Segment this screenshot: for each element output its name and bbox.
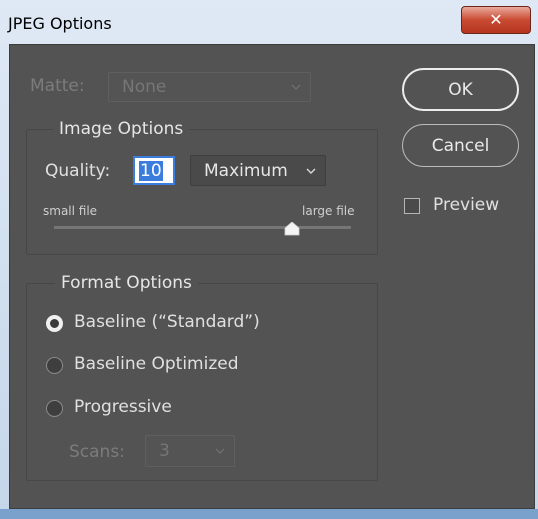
chevron-down-icon bbox=[306, 168, 316, 174]
format-option-progressive[interactable]: Progressive bbox=[46, 396, 346, 422]
slider-thumb-icon[interactable] bbox=[284, 222, 300, 236]
large-file-label: large file bbox=[302, 204, 355, 218]
close-icon: ✕ bbox=[489, 10, 503, 29]
format-options-title: Format Options bbox=[55, 273, 198, 293]
image-options-title: Image Options bbox=[53, 119, 190, 139]
small-file-label: small file bbox=[43, 204, 98, 218]
preview-checkbox[interactable] bbox=[404, 198, 420, 214]
preview-label[interactable]: Preview bbox=[433, 195, 499, 215]
cancel-button[interactable]: Cancel bbox=[402, 124, 519, 167]
jpeg-options-dialog: Matte: None OK Cancel Preview Image Opti… bbox=[9, 44, 535, 509]
chevron-down-icon bbox=[291, 84, 301, 90]
format-option-label: Progressive bbox=[74, 397, 172, 417]
format-option-label: Baseline Optimized bbox=[74, 354, 239, 374]
scans-label: Scans: bbox=[69, 442, 125, 462]
radio-icon[interactable] bbox=[46, 357, 63, 374]
format-option-baseline-standard[interactable]: Baseline (“Standard”) bbox=[46, 311, 346, 337]
cancel-button-label: Cancel bbox=[431, 135, 490, 156]
chevron-down-icon bbox=[215, 448, 225, 454]
matte-label: Matte: bbox=[30, 76, 85, 96]
matte-select: None bbox=[108, 72, 311, 102]
format-option-baseline-optimized[interactable]: Baseline Optimized bbox=[46, 353, 346, 379]
format-option-label: Baseline (“Standard”) bbox=[74, 312, 260, 332]
quality-slider-track bbox=[54, 226, 351, 229]
quality-slider[interactable] bbox=[54, 221, 351, 243]
radio-icon[interactable] bbox=[46, 400, 63, 417]
ok-button-label: OK bbox=[448, 79, 473, 100]
quality-preset-value: Maximum bbox=[204, 160, 288, 181]
radio-icon[interactable] bbox=[46, 315, 63, 332]
matte-select-value: None bbox=[122, 77, 167, 97]
scans-select: 3 bbox=[145, 435, 235, 467]
close-button[interactable]: ✕ bbox=[461, 6, 531, 34]
quality-input-value: 10 bbox=[139, 160, 163, 181]
quality-label: Quality: bbox=[45, 161, 111, 181]
ok-button[interactable]: OK bbox=[402, 68, 519, 111]
quality-input[interactable]: 10 bbox=[133, 156, 175, 185]
window-border bbox=[0, 509, 538, 519]
quality-preset-select[interactable]: Maximum bbox=[190, 155, 326, 186]
window-title: JPEG Options bbox=[8, 14, 112, 33]
scans-select-value: 3 bbox=[159, 441, 170, 461]
